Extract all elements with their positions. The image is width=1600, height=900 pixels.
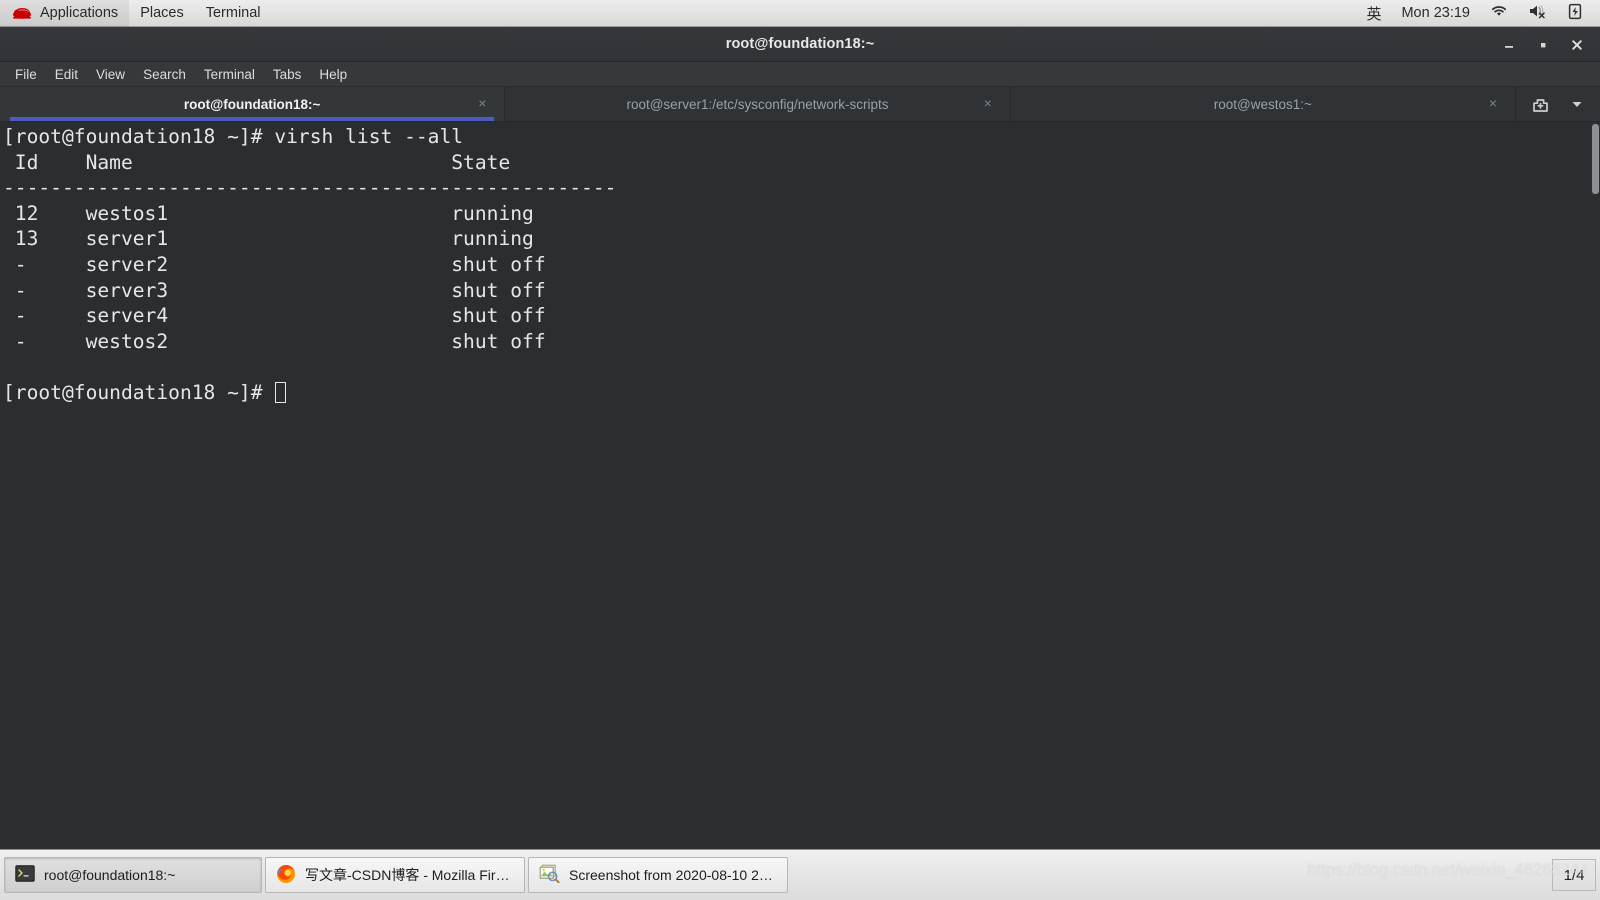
terminal-scrollbar[interactable] (1591, 122, 1600, 849)
taskbar-item-terminal[interactable]: root@foundation18:~ (4, 857, 262, 893)
places-menu[interactable]: Places (129, 0, 195, 27)
applications-menu-label: Applications (40, 5, 119, 21)
window-title: root@foundation18:~ (725, 36, 875, 52)
tab-close-icon[interactable]: × (980, 96, 996, 112)
tab-foundation18[interactable]: root@foundation18:~ × (0, 87, 506, 121)
panel-status-area: 英 Mon 23:19 (1356, 0, 1600, 27)
tab-label: root@westos1:~ (1213, 96, 1312, 112)
gnome-top-panel: Applications Places Terminal 英 Mon 23:19 (0, 0, 1600, 27)
chevron-down-icon[interactable] (1569, 96, 1585, 112)
terminal-output: [root@foundation18 ~]# virsh list --all … (3, 125, 617, 404)
menu-edit[interactable]: Edit (46, 62, 87, 87)
system-status-menu[interactable] (1480, 0, 1518, 27)
redhat-logo-icon (11, 5, 33, 21)
window-controls (1494, 27, 1592, 62)
tabbar-tools (1516, 87, 1600, 121)
maximize-icon (1541, 42, 1546, 47)
terminal-icon (15, 865, 35, 885)
terminal-tabbar: root@foundation18:~ × root@server1:/etc/… (0, 87, 1600, 122)
taskbar-item-screenshot[interactable]: Screenshot from 2020-08-10 23-1… (528, 857, 788, 893)
clock-label: Mon 23:19 (1401, 5, 1470, 21)
clock[interactable]: Mon 23:19 (1391, 0, 1480, 27)
wifi-icon (1490, 3, 1508, 23)
scrollbar-thumb[interactable] (1592, 124, 1599, 194)
menu-help[interactable]: Help (310, 62, 356, 87)
tab-westos1[interactable]: root@westos1:~ × (1011, 87, 1516, 121)
taskbar-item-firefox[interactable]: 写文章-CSDN博客 - Mozilla Firefox (265, 857, 525, 893)
taskbar-item-label: root@foundation18:~ (44, 867, 176, 883)
tab-label: root@foundation18:~ (183, 96, 321, 112)
new-tab-icon[interactable] (1531, 95, 1550, 114)
tab-label: root@server1:/etc/sysconfig/network-scri… (626, 96, 889, 112)
tab-close-icon[interactable]: × (474, 96, 490, 112)
tab-server1-network-scripts[interactable]: root@server1:/etc/sysconfig/network-scri… (505, 87, 1011, 121)
menubar: File Edit View Search Terminal Tabs Help (0, 62, 1600, 87)
menu-tabs[interactable]: Tabs (264, 62, 311, 87)
terminal-cursor (275, 381, 287, 403)
battery-status[interactable] (1558, 0, 1592, 27)
maximize-button[interactable] (1528, 32, 1558, 58)
applications-menu[interactable]: Applications (0, 0, 130, 27)
workspace-indicator[interactable]: 1/4 (1552, 859, 1596, 891)
minimize-icon (1505, 45, 1513, 48)
tab-close-icon[interactable]: × (1485, 96, 1501, 112)
terminal-menu-label: Terminal (205, 5, 261, 21)
terminal-window: root@foundation18:~ File Edit View Searc… (0, 27, 1600, 849)
terminal-menu[interactable]: Terminal (195, 0, 272, 27)
battery-charging-icon (1568, 3, 1582, 24)
menu-view[interactable]: View (87, 62, 134, 87)
taskbar-item-label: 写文章-CSDN博客 - Mozilla Firefox (305, 867, 514, 883)
menu-search[interactable]: Search (134, 62, 195, 87)
image-viewer-icon (539, 864, 560, 886)
firefox-icon (276, 864, 296, 887)
taskbar: root@foundation18:~ 写文章-CSDN博客 - Mozilla… (0, 849, 1600, 900)
places-menu-label: Places (140, 5, 184, 21)
taskbar-item-label: Screenshot from 2020-08-10 23-1… (569, 867, 777, 883)
menu-file[interactable]: File (6, 62, 46, 87)
minimize-button[interactable] (1494, 32, 1524, 58)
input-method-indicator[interactable]: 英 (1356, 0, 1391, 27)
terminal-screen[interactable]: [root@foundation18 ~]# virsh list --all … (0, 122, 1600, 849)
input-method-label: 英 (1366, 5, 1382, 23)
window-titlebar[interactable]: root@foundation18:~ (0, 27, 1600, 62)
volume-status[interactable] (1518, 0, 1558, 27)
close-button[interactable] (1562, 32, 1592, 58)
workspace-label: 1/4 (1563, 866, 1585, 884)
close-icon (1572, 39, 1582, 50)
volume-muted-icon (1528, 3, 1548, 23)
menu-terminal[interactable]: Terminal (195, 62, 264, 87)
